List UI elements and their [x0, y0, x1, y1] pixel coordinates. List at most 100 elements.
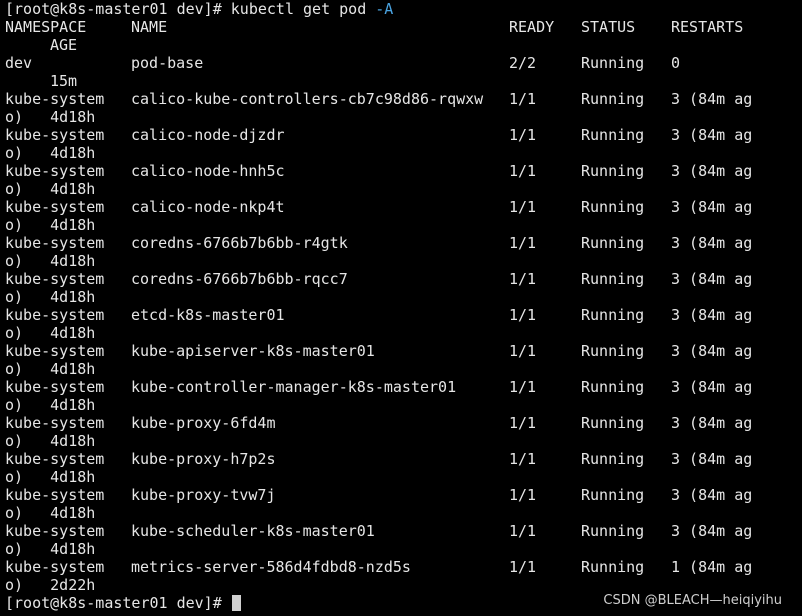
cell-age: o) 4d18h: [5, 288, 96, 306]
header-restarts: RESTARTS: [671, 18, 744, 36]
cell-namespace: kube-system: [5, 450, 105, 468]
cell-age: 15m: [50, 72, 78, 90]
cell-namespace: kube-system: [5, 342, 105, 360]
cell-age: o) 4d18h: [5, 540, 96, 558]
cell-status: Running: [581, 522, 645, 540]
table-row: kube-system coredns-6766b7b6bb-r4gtk 1/1 Ru…: [5, 234, 802, 252]
cell-status: Running: [581, 270, 645, 288]
command-text: kubectl get pod: [230, 0, 376, 18]
table-row: kube-system calico-node-nkp4t 1/1 Running 3 …: [5, 198, 802, 216]
cell-namespace: kube-system: [5, 522, 105, 540]
cell-ready: 1/1: [509, 450, 537, 468]
table-row-wrap: o) 4d18h: [5, 216, 802, 234]
cell-name: calico-kube-controllers-cb7c98d86-rqwxw: [131, 90, 484, 108]
cell-ready: 1/1: [509, 90, 537, 108]
cell-status: Running: [581, 234, 645, 252]
cell-namespace: kube-system: [5, 270, 105, 288]
header-age: AGE: [50, 36, 78, 54]
cell-status: Running: [581, 126, 645, 144]
cell-ready: 1/1: [509, 234, 537, 252]
cell-status: Running: [581, 378, 645, 396]
shell-prompt: [root@k8s-master01 dev]#: [5, 0, 231, 18]
table-row-wrap: 15m: [5, 72, 802, 90]
cell-restarts: 1 (84m ag: [671, 558, 753, 576]
cell-ready: 1/1: [509, 162, 537, 180]
cell-status: Running: [581, 486, 645, 504]
cell-restarts: 3 (84m ag: [671, 306, 753, 324]
cell-name: calico-node-nkp4t: [131, 198, 285, 216]
cell-age: o) 4d18h: [5, 252, 96, 270]
table-row-wrap: o) 4d18h: [5, 540, 802, 558]
cell-namespace: kube-system: [5, 306, 105, 324]
command-line: [root@k8s-master01 dev]# kubectl get pod…: [5, 0, 802, 18]
text-cursor: [231, 595, 241, 611]
cell-status: Running: [581, 306, 645, 324]
cell-restarts: 3 (84m ag: [671, 522, 753, 540]
table-row: kube-system kube-proxy-6fd4m 1/1 Running 3 (…: [5, 414, 802, 432]
cell-name: kube-scheduler-k8s-master01: [131, 522, 375, 540]
cell-status: Running: [581, 198, 645, 216]
cell-name: etcd-k8s-master01: [131, 306, 285, 324]
cell-namespace: kube-system: [5, 198, 105, 216]
table-row: kube-system kube-scheduler-k8s-master01 1/…: [5, 522, 802, 540]
table-row-wrap: o) 4d18h: [5, 108, 802, 126]
cell-ready: 1/1: [509, 558, 537, 576]
table-row: kube-system kube-controller-manager-k8s-m…: [5, 378, 802, 396]
cell-namespace: dev: [5, 54, 33, 72]
cell-ready: 1/1: [509, 414, 537, 432]
cell-namespace: kube-system: [5, 558, 105, 576]
table-row: dev pod-base 2/2 Running 0: [5, 54, 802, 72]
table-row: kube-system kube-proxy-tvw7j 1/1 Running 3 (…: [5, 486, 802, 504]
cell-name: coredns-6766b7b6bb-r4gtk: [131, 234, 348, 252]
cell-status: Running: [581, 342, 645, 360]
cell-status: Running: [581, 162, 645, 180]
cell-age: o) 4d18h: [5, 504, 96, 522]
table-row: kube-system coredns-6766b7b6bb-rqcc7 1/1 Ru…: [5, 270, 802, 288]
cell-namespace: kube-system: [5, 486, 105, 504]
cell-age: o) 4d18h: [5, 432, 96, 450]
cell-age: o) 4d18h: [5, 216, 96, 234]
table-row-wrap: o) 4d18h: [5, 360, 802, 378]
cell-namespace: kube-system: [5, 414, 105, 432]
cell-restarts: 3 (84m ag: [671, 414, 753, 432]
table-row: kube-system calico-node-djzdr 1/1 Running 3 …: [5, 126, 802, 144]
command-flag: -A: [375, 0, 394, 18]
watermark: CSDN @BLEACH—heiqiyihu: [603, 593, 782, 608]
cell-name: calico-node-hnh5c: [131, 162, 285, 180]
cell-namespace: kube-system: [5, 90, 105, 108]
terminal-window[interactable]: [root@k8s-master01 dev]# kubectl get pod…: [0, 0, 802, 616]
table-row-wrap: o) 2d22h: [5, 576, 802, 594]
cell-restarts: 3 (84m ag: [671, 378, 753, 396]
cell-name: pod-base: [131, 54, 204, 72]
table-row-wrap: o) 4d18h: [5, 324, 802, 342]
header-status: STATUS: [581, 18, 636, 36]
cell-name: kube-apiserver-k8s-master01: [131, 342, 375, 360]
cell-age: o) 4d18h: [5, 108, 96, 126]
header-ready: READY: [509, 18, 555, 36]
cell-status: Running: [581, 54, 645, 72]
cell-restarts: 3 (84m ag: [671, 486, 753, 504]
cell-status: Running: [581, 414, 645, 432]
cell-status: Running: [581, 90, 645, 108]
table-row-wrap: o) 4d18h: [5, 468, 802, 486]
cell-ready: 1/1: [509, 486, 537, 504]
cell-name: kube-proxy-h7p2s: [131, 450, 276, 468]
cell-age: o) 4d18h: [5, 396, 96, 414]
cell-ready: 1/1: [509, 270, 537, 288]
cell-age: o) 2d22h: [5, 576, 96, 594]
cell-age: o) 4d18h: [5, 324, 96, 342]
cell-ready: 1/1: [509, 522, 537, 540]
cell-namespace: kube-system: [5, 162, 105, 180]
header-namespace: NAMESPACE: [5, 18, 87, 36]
table-row: kube-system kube-apiserver-k8s-master01 1/…: [5, 342, 802, 360]
cell-age: o) 4d18h: [5, 360, 96, 378]
table-row-wrap: o) 4d18h: [5, 252, 802, 270]
pod-list: dev pod-base 2/2 Running 0 15m kube-system cali…: [5, 54, 802, 594]
table-row-wrap: o) 4d18h: [5, 144, 802, 162]
cell-name: kube-controller-manager-k8s-master01: [131, 378, 457, 396]
cell-name: coredns-6766b7b6bb-rqcc7: [131, 270, 348, 288]
cell-name: kube-proxy-6fd4m: [131, 414, 276, 432]
cell-name: kube-proxy-tvw7j: [131, 486, 276, 504]
cell-restarts: 3 (84m ag: [671, 162, 753, 180]
table-row: kube-system calico-node-hnh5c 1/1 Running 3 …: [5, 162, 802, 180]
